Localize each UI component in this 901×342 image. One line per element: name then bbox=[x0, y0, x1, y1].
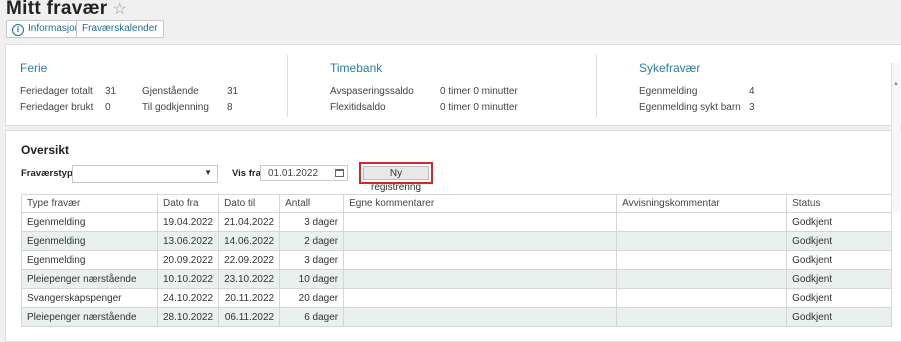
cell-dato-til: 23.10.2022 bbox=[218, 269, 281, 289]
ferie-value: 8 bbox=[227, 102, 233, 113]
cell-antall: 10 dager bbox=[279, 269, 345, 289]
timebank-title: Timebank bbox=[330, 61, 383, 75]
cell-type: Egenmelding bbox=[21, 250, 158, 270]
cell-antall: 20 dager bbox=[279, 288, 345, 308]
vis-fra-date-input[interactable]: 01.01.2022 bbox=[260, 165, 348, 181]
calendar-button-label: Fraværskalender bbox=[82, 23, 158, 34]
cell-egne-kommentarer bbox=[343, 231, 618, 251]
info-button-label: Informasjon bbox=[28, 23, 81, 34]
page-title-text: Mitt fravær bbox=[6, 0, 108, 19]
summary-panel: Ferie Feriedager totalt 31 Gjenstående 3… bbox=[5, 44, 901, 126]
timebank-value: 0 timer 0 minutter bbox=[440, 86, 518, 97]
table-row[interactable]: Egenmelding 13.06.2022 14.06.2022 2 dage… bbox=[21, 231, 893, 251]
oversikt-title: Oversikt bbox=[21, 143, 70, 157]
info-button[interactable]: i Informasjon bbox=[6, 20, 87, 38]
cell-type: Egenmelding bbox=[21, 212, 158, 232]
timebank-label: Avspaseringssaldo bbox=[330, 86, 414, 97]
cell-antall: 2 dager bbox=[279, 231, 345, 251]
ferie-label: Til godkjenning bbox=[142, 102, 209, 113]
cell-dato-til: 14.06.2022 bbox=[218, 231, 281, 251]
cell-type: Pleiepenger nærstående bbox=[21, 269, 158, 289]
cell-dato-fra: 24.10.2022 bbox=[156, 288, 220, 308]
vis-fra-value: 01.01.2022 bbox=[268, 168, 319, 179]
cell-avvisningskommentar bbox=[616, 288, 788, 308]
cell-avvisningskommentar bbox=[616, 231, 788, 251]
cell-type: Pleiepenger nærstående bbox=[21, 307, 158, 327]
divider bbox=[287, 55, 288, 117]
cell-type: Egenmelding bbox=[21, 231, 158, 251]
cell-antall: 3 dager bbox=[279, 250, 345, 270]
fravaerstype-select[interactable]: ▼ bbox=[72, 165, 218, 183]
ferie-label: Gjenstående bbox=[142, 86, 199, 97]
cell-dato-til: 22.09.2022 bbox=[218, 250, 281, 270]
cell-status: Godkjent bbox=[786, 231, 893, 251]
cell-status: Godkjent bbox=[786, 250, 893, 270]
ferie-value: 31 bbox=[105, 86, 117, 97]
cell-status: Godkjent bbox=[786, 288, 893, 308]
scroll-up-arrow-icon[interactable]: ▲ bbox=[892, 81, 900, 87]
page-title: Mitt fravær ☆ bbox=[6, 0, 127, 20]
timebank-label: Flexitidsaldo bbox=[330, 102, 386, 113]
cell-egne-kommentarer bbox=[343, 212, 618, 232]
timebank-value: 0 timer 0 minutter bbox=[440, 102, 518, 113]
favorite-star-icon[interactable]: ☆ bbox=[112, 1, 127, 18]
table-row[interactable]: Pleiepenger nærstående 28.10.2022 06.11.… bbox=[21, 307, 893, 327]
ferie-value: 31 bbox=[227, 86, 239, 97]
cell-dato-fra: 19.04.2022 bbox=[156, 212, 220, 232]
highlight-box: Ny registrering bbox=[359, 162, 433, 193]
column-header[interactable]: Status bbox=[786, 194, 893, 213]
divider bbox=[596, 55, 597, 117]
cell-avvisningskommentar bbox=[616, 250, 788, 270]
cell-egne-kommentarer bbox=[343, 307, 618, 327]
cell-dato-fra: 13.06.2022 bbox=[156, 231, 220, 251]
new-registration-button[interactable]: Ny registrering bbox=[363, 166, 429, 193]
column-header[interactable]: Avvisningskommentar bbox=[616, 194, 788, 213]
calendar-icon[interactable] bbox=[335, 169, 344, 177]
column-header[interactable]: Type fravær bbox=[21, 194, 158, 213]
table-row[interactable]: Svangerskapspenger 24.10.2022 20.11.2022… bbox=[21, 288, 893, 308]
oversikt-panel: Oversikt Fraværstype: ▼ Vis fra: 01.01.2… bbox=[5, 130, 901, 342]
table-row[interactable]: Pleiepenger nærstående 10.10.2022 23.10.… bbox=[21, 269, 893, 289]
table-header-row: Type fravær Dato fra Dato til Antall Egn… bbox=[21, 194, 893, 213]
sykefravaer-value: 4 bbox=[749, 86, 755, 97]
info-icon: i bbox=[12, 24, 24, 36]
sykefravaer-title: Sykefravær bbox=[639, 61, 701, 75]
ferie-label: Feriedager brukt bbox=[20, 102, 94, 113]
table-scrollbar[interactable]: ▲ bbox=[891, 63, 900, 213]
cell-egne-kommentarer bbox=[343, 250, 618, 270]
cell-dato-fra: 28.10.2022 bbox=[156, 307, 220, 327]
cell-dato-til: 21.04.2022 bbox=[218, 212, 281, 232]
column-header[interactable]: Egne kommentarer bbox=[343, 194, 618, 213]
calendar-button[interactable]: Fraværskalender bbox=[76, 20, 164, 38]
cell-status: Godkjent bbox=[786, 269, 893, 289]
cell-dato-til: 06.11.2022 bbox=[218, 307, 281, 327]
cell-type: Svangerskapspenger bbox=[21, 288, 158, 308]
cell-egne-kommentarer bbox=[343, 288, 618, 308]
sykefravaer-label: Egenmelding sykt barn bbox=[639, 102, 741, 113]
table-row[interactable]: Egenmelding 19.04.2022 21.04.2022 3 dage… bbox=[21, 212, 893, 232]
column-header[interactable]: Dato fra bbox=[156, 194, 220, 213]
table-row[interactable]: Egenmelding 20.09.2022 22.09.2022 3 dage… bbox=[21, 250, 893, 270]
cell-dato-fra: 10.10.2022 bbox=[156, 269, 220, 289]
column-header[interactable]: Antall bbox=[279, 194, 345, 213]
ferie-label: Feriedager totalt bbox=[20, 86, 93, 97]
cell-antall: 3 dager bbox=[279, 212, 345, 232]
absence-table: Type fravær Dato fra Dato til Antall Egn… bbox=[21, 194, 893, 327]
new-registration-label: Ny registrering bbox=[370, 168, 422, 193]
chevron-down-icon: ▼ bbox=[204, 168, 212, 177]
cell-egne-kommentarer bbox=[343, 269, 618, 289]
column-header[interactable]: Dato til bbox=[218, 194, 281, 213]
cell-dato-til: 20.11.2022 bbox=[218, 288, 281, 308]
ferie-title: Ferie bbox=[20, 61, 48, 75]
sykefravaer-label: Egenmelding bbox=[639, 86, 698, 97]
cell-avvisningskommentar bbox=[616, 269, 788, 289]
ferie-value: 0 bbox=[105, 102, 111, 113]
cell-dato-fra: 20.09.2022 bbox=[156, 250, 220, 270]
cell-avvisningskommentar bbox=[616, 212, 788, 232]
cell-antall: 6 dager bbox=[279, 307, 345, 327]
cell-status: Godkjent bbox=[786, 212, 893, 232]
sykefravaer-value: 3 bbox=[749, 102, 755, 113]
cell-avvisningskommentar bbox=[616, 307, 788, 327]
cell-status: Godkjent bbox=[786, 307, 893, 327]
